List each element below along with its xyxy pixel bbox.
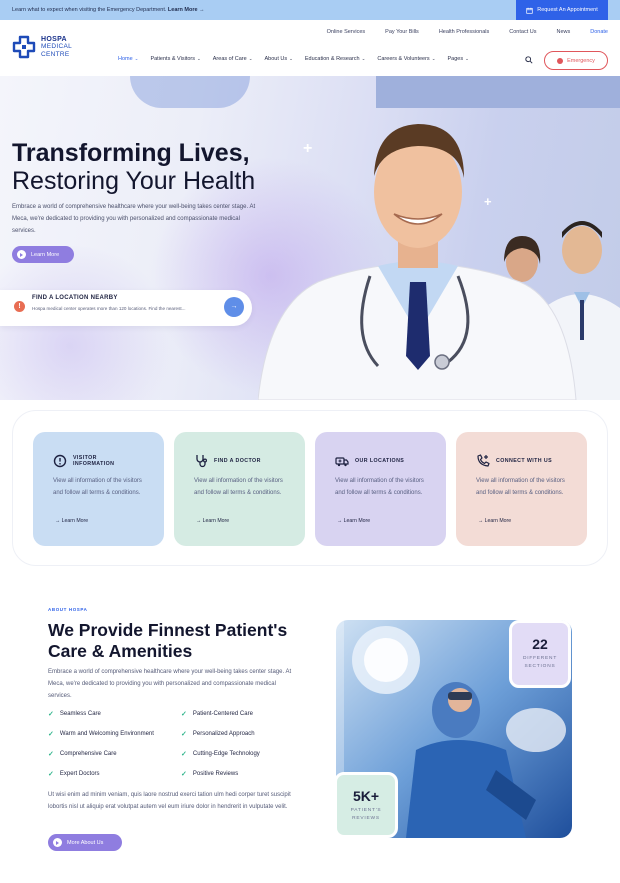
more-about-us-button[interactable]: More About Us <box>48 834 122 851</box>
card-description: View all information of the visitors and… <box>194 478 283 496</box>
card-description: View all information of the visitors and… <box>335 478 424 496</box>
card-description: View all information of the visitors and… <box>53 478 142 496</box>
chevron-down-icon: ⌄ <box>361 56 366 61</box>
arrow-right-icon: → <box>196 518 203 524</box>
stat-different-sections: 22 DIFFERENT SECTIONS <box>509 620 571 688</box>
list-item: ✓ Positive Reviews <box>181 771 239 778</box>
check-icon: ✓ <box>48 711 54 718</box>
nav-areas-of-care[interactable]: Areas of Care ⌄ <box>213 56 253 62</box>
doctor-photo-main <box>258 124 577 400</box>
chevron-down-icon: ⌄ <box>465 56 469 61</box>
util-contact-us[interactable]: Contact Us <box>509 29 536 35</box>
arrow-right-icon: → <box>337 518 344 524</box>
chevron-down-icon: ⌄ <box>289 56 293 61</box>
card-learn-more-link[interactable]: → Learn More <box>337 518 370 524</box>
about-paragraph-secondary: Ut wisi enim ad minim veniam, quis laore… <box>48 792 291 810</box>
list-item: ✓ Comprehensive Care <box>48 751 117 758</box>
about-paragraph: Embrace a world of comprehensive healthc… <box>48 669 292 699</box>
check-icon: ✓ <box>181 731 187 738</box>
arrow-right-icon[interactable]: → <box>224 297 244 317</box>
hero-image-top-strip <box>130 76 250 108</box>
list-item: ✓ Cutting-Edge Technology <box>181 751 260 758</box>
chevron-down-icon: ⌄ <box>196 56 201 61</box>
nav-about-us[interactable]: About Us ⌄ <box>264 56 292 62</box>
nav-patients-visitors[interactable]: Patients & Visitors ⌄ <box>150 56 200 62</box>
ambulance-icon <box>335 457 349 467</box>
announcement-learn-more-link[interactable]: Learn More → <box>168 7 205 13</box>
chevron-down-icon: ⌄ <box>248 56 253 61</box>
request-appointment-button[interactable]: Request An Appointment <box>516 0 608 20</box>
util-pay-bills[interactable]: Pay Your Bills <box>385 29 419 35</box>
find-location-box[interactable]: ! FIND A LOCATION NEARBY Hospa medical c… <box>0 290 252 326</box>
nav-pages[interactable]: Pages ⌄ <box>447 56 468 62</box>
check-icon: ✓ <box>48 771 54 778</box>
main-nav: Home ⌄ Patients & Visitors ⌄ Areas of Care… <box>118 56 469 62</box>
card-our-locations[interactable]: OUR LOCATIONS View all information of th… <box>315 432 446 546</box>
card-title: VISITOR INFORMATION <box>73 454 115 468</box>
card-learn-more-link[interactable]: → Learn More <box>55 518 88 524</box>
logo-text: HOSPA MEDICAL CENTRE <box>41 35 72 58</box>
hero-section: Transforming Lives, Restoring Your Healt… <box>0 76 620 400</box>
chevron-down-icon: ⌄ <box>134 56 139 61</box>
util-health-professionals[interactable]: Health Professionals <box>439 29 489 35</box>
card-learn-more-link[interactable]: → Learn More <box>478 518 511 524</box>
play-arrow-icon <box>17 250 26 259</box>
search-icon[interactable] <box>525 56 533 64</box>
site-logo[interactable]: HOSPA MEDICAL CENTRE <box>12 35 72 59</box>
top-announcement-bar: Learn what to expect when visiting the E… <box>0 0 620 20</box>
card-title: OUR LOCATIONS <box>355 457 405 464</box>
list-item: ✓ Personalized Approach <box>181 731 255 738</box>
arrow-right-icon: → <box>478 518 485 524</box>
play-arrow-icon <box>53 838 62 847</box>
card-find-a-doctor[interactable]: FIND A DOCTOR View all information of th… <box>174 432 305 546</box>
calendar-icon <box>526 7 533 14</box>
list-item: ✓ Warm and Welcoming Environment <box>48 731 154 738</box>
medical-cross-logo-icon <box>12 35 36 59</box>
hero-lead-text: Embrace a world of comprehensive healthc… <box>12 204 256 234</box>
stethoscope-icon <box>196 455 208 468</box>
list-item: ✓ Patient-Centered Care <box>181 711 253 718</box>
card-title: CONNECT WITH US <box>496 457 553 464</box>
section-tag: ABOUT HOSPA <box>48 607 88 612</box>
hero-title: Transforming Lives, Restoring Your Healt… <box>12 139 256 195</box>
hero-learn-more-button[interactable]: Learn More <box>12 246 74 263</box>
card-title: FIND A DOCTOR <box>214 457 261 464</box>
stat-patient-reviews: 5K+ PATIENT'S REVIEWS <box>334 772 398 838</box>
siren-icon <box>557 57 564 64</box>
card-description: View all information of the visitors and… <box>476 478 565 496</box>
card-connect-with-us[interactable]: CONNECT WITH US View all information of … <box>456 432 587 546</box>
list-item: ✓ Seamless Care <box>48 711 101 718</box>
check-icon: ✓ <box>48 731 54 738</box>
check-icon: ✓ <box>181 751 187 758</box>
alert-icon: ! <box>14 301 25 312</box>
hero-image-top-strip-right <box>376 76 620 108</box>
alert-circle-icon <box>53 454 67 468</box>
arrow-right-icon: → <box>55 518 62 524</box>
about-heading: We Provide Finnest Patient's Care & Amen… <box>48 620 288 661</box>
list-item: ✓ Expert Doctors <box>48 771 100 778</box>
util-news[interactable]: News <box>556 29 570 35</box>
utility-nav: Online Services Pay Your Bills Health Pr… <box>327 29 608 35</box>
nav-education-research[interactable]: Education & Research ⌄ <box>305 56 366 62</box>
check-icon: ✓ <box>48 751 54 758</box>
nav-home[interactable]: Home ⌄ <box>118 56 138 62</box>
util-donate[interactable]: Donate <box>590 29 608 35</box>
location-title: FIND A LOCATION NEARBY <box>32 295 118 301</box>
location-description: Hospa medical center operates more than … <box>32 306 186 311</box>
nav-careers-volunteers[interactable]: Careers & Volunteers ⌄ <box>377 56 435 62</box>
card-learn-more-link[interactable]: → Learn More <box>196 518 229 524</box>
util-online-services[interactable]: Online Services <box>327 29 366 35</box>
phone-plus-icon <box>477 454 490 467</box>
check-icon: ✓ <box>181 771 187 778</box>
chevron-down-icon: ⌄ <box>431 56 436 61</box>
card-visitor-information[interactable]: VISITOR INFORMATION View all information … <box>33 432 164 546</box>
announcement-text: Learn what to expect when visiting the E… <box>12 7 205 13</box>
emergency-button[interactable]: Emergency <box>544 51 608 70</box>
check-icon: ✓ <box>181 711 187 718</box>
